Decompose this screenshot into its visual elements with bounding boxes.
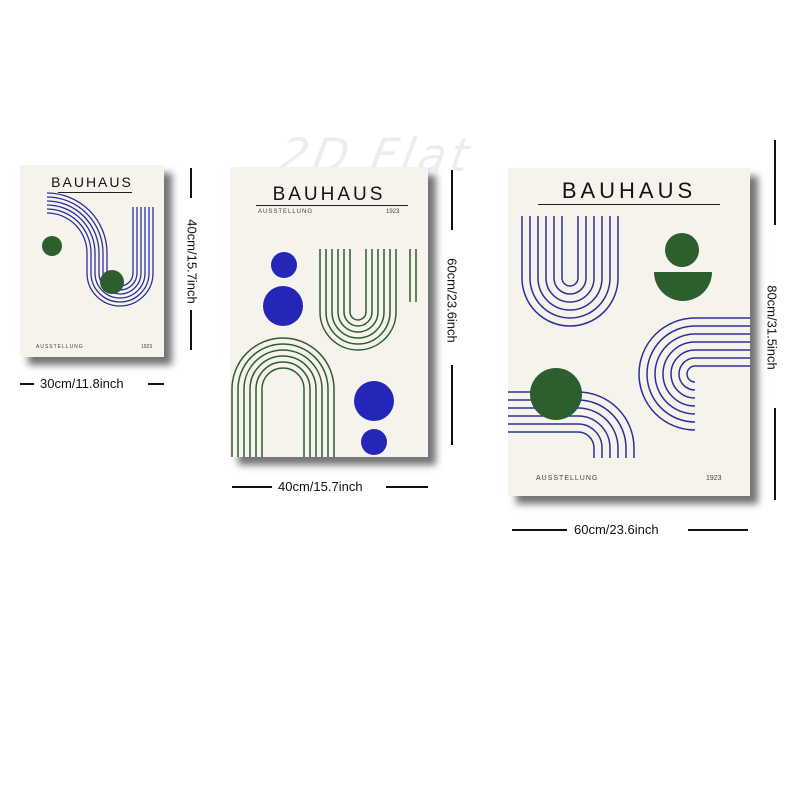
poster-year: 1923 <box>706 475 722 482</box>
height-label: 80cm/31.5inch <box>764 285 780 370</box>
green-circle <box>530 368 582 420</box>
height-bar <box>774 408 776 500</box>
height-bar <box>190 310 192 350</box>
artwork-blue-arches <box>42 192 154 307</box>
green-circle <box>42 236 62 256</box>
height-bar <box>451 365 453 445</box>
width-bar <box>232 486 272 488</box>
poster-large[interactable]: BAUHAUS AUSSTELLUNG 1923 <box>508 168 750 496</box>
poster-medium[interactable]: BAUHAUS AUSSTELLUNG 1923 <box>230 167 428 457</box>
height-bar <box>190 168 192 198</box>
poster-subtitle: AUSSTELLUNG <box>536 475 599 482</box>
width-bar <box>148 383 164 385</box>
blue-circle <box>271 252 297 278</box>
width-bar <box>386 486 428 488</box>
width-label: 30cm/11.8inch <box>40 376 124 391</box>
height-bar <box>451 170 453 230</box>
height-label: 60cm/23.6inch <box>444 258 460 343</box>
artwork-blue-arches <box>508 216 750 458</box>
blue-circle <box>361 429 387 455</box>
width-bar <box>20 383 34 385</box>
width-label: 60cm/23.6inch <box>574 522 659 537</box>
width-bar <box>512 529 567 531</box>
poster-small[interactable]: BAUHAUS AUSSTELLUNG 1923 <box>20 165 164 357</box>
green-half-circle <box>654 272 712 301</box>
blue-circle <box>263 286 303 326</box>
width-bar <box>688 529 748 531</box>
poster-year: 1923 <box>141 344 153 350</box>
poster-subtitle: AUSSTELLUNG <box>36 344 84 350</box>
height-bar <box>774 140 776 225</box>
green-circle <box>100 270 124 294</box>
blue-circle <box>354 381 394 421</box>
artwork-green-arches <box>231 249 417 457</box>
green-circle <box>665 233 699 267</box>
height-label: 40cm/15.7inch <box>184 219 200 304</box>
width-label: 40cm/15.7inch <box>278 479 363 494</box>
